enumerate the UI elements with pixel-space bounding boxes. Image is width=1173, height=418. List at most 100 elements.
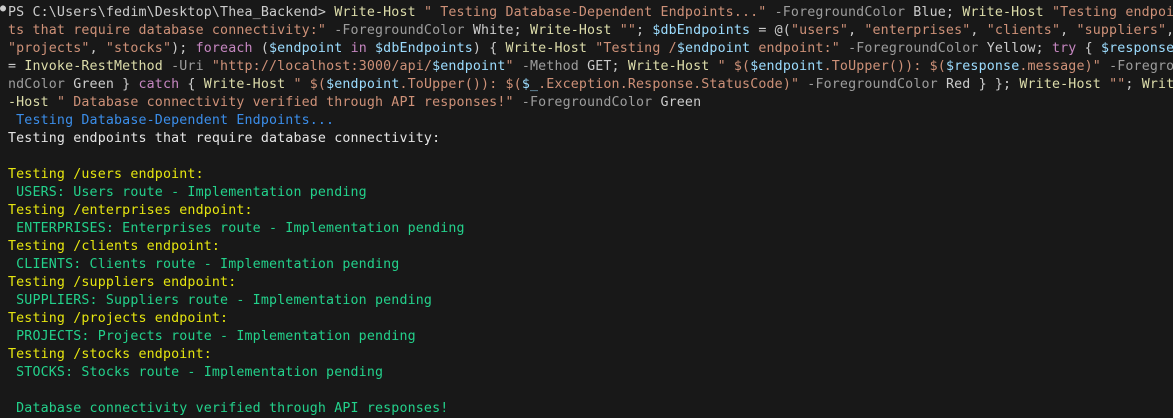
variable-token: $endpoint [432,59,506,74]
string-token: "enterprises" [864,23,971,38]
plain-token: , [1166,23,1173,38]
output-line: Testing /stocks endpoint: [8,347,212,362]
string-token: endpoint:" [750,41,840,56]
plain-token: White; [472,23,530,38]
parameter-token: -Foregrou [1109,59,1173,74]
plain-token: Green [660,95,702,110]
command-line: PS C:\Users\fedim\Desktop\Thea_Backend> … [8,4,1173,22]
output-line: Testing /projects endpoint: [8,311,229,326]
output-line: STOCKS: Stocks route - Implementation pe… [8,365,384,380]
string-token: "stocks" [105,41,172,56]
string-token: ts that require database connectivity:" [8,23,327,38]
cmdlet-token: Write-Host [203,77,286,92]
string-token: " [505,59,514,74]
string-token: "projects" [8,41,90,56]
plain-token: = [8,59,25,74]
output-line: CLIENTS: Clients route - Implementation … [8,257,400,272]
output-line: Testing Database-Dependent Endpoints... [8,113,335,128]
cmdlet-token: Write-Host [529,23,612,38]
plain-token: Blue; [913,5,963,20]
string-token: " Database connectivity verified through… [56,95,514,110]
plain-token: , [1060,23,1077,38]
plain-token: ; [1125,77,1142,92]
parameter-token: -ForegroundColor [326,23,473,38]
keyword-token: foreach [195,41,253,56]
parameter-token: -Method [513,59,588,74]
plain-token: ; [636,23,653,38]
plain-token: , [970,23,987,38]
output-line: PROJECTS: Projects route - Implementatio… [8,329,416,344]
plain-token: Red } }; [945,77,1020,92]
string-token: "http://localhost:3000/api/ [211,59,433,74]
output-line: Testing /enterprises endpoint: [8,203,253,218]
string-token: "Testing / [595,41,677,56]
output-line: Testing /clients endpoint: [8,239,221,254]
plain-token: { [179,77,204,92]
string-token: "suppliers" [1076,23,1167,38]
command-line: ts that require database connectivity:" … [8,22,1173,40]
keyword-token: catch [138,77,180,92]
output-line: Testing endpoints that require database … [8,131,441,146]
parameter-token: ndColor [8,77,74,92]
plain-token: Green } [73,77,139,92]
string-token: "users" [790,23,849,38]
parameter-token: -ForegroundColor [513,95,661,110]
command-line: -Host " Database connectivity verified t… [8,94,701,112]
string-token: "" [1109,77,1126,92]
variable-token: $dbEndpoints [375,41,473,56]
variable-token: $endpoint [326,77,400,92]
plain-token: , [848,23,865,38]
variable-token: $endpoint [750,59,824,74]
variable-token: $endpoint [269,41,343,56]
parameter-token: -ForegroundColor [799,77,946,92]
plain-token: , [89,41,106,56]
string-token: .ToUpper()): $( [399,77,522,92]
plain-token: = @( [750,23,791,38]
keyword-token: try [1052,41,1077,56]
parameter-token: -ForegroundColor [839,41,987,56]
output-line: USERS: Users route - Implementation pend… [8,185,367,200]
plain-token: ); [171,41,196,56]
string-token: "clients" [986,23,1061,38]
output-line: Database connectivity verified through A… [8,401,449,416]
output-line: Testing /suppliers endpoint: [8,275,237,290]
output-line: Testing /users endpoint: [8,167,204,182]
string-token: " $( [293,77,327,92]
output-line: SUPPLIERS: Suppliers route - Implementat… [8,293,433,308]
string-token: .ToUpper()): $( [823,59,946,74]
cmdlet-token: Invoke-RestMethod [24,59,163,74]
string-token: " $( [717,59,751,74]
command-line: ndColor Green } catch { Write-Host " $($… [8,76,1173,94]
output-line: ENTERPRISES: Enterprises route - Impleme… [8,221,465,236]
plain-token: Yellow; [986,41,1052,56]
string-token: .Exception.Response.StatusCode)" [538,77,800,92]
terminal-panel[interactable]: ● PS C:\Users\fedim\Desktop\Thea_Backend… [0,0,1173,418]
plain-token: { [1076,41,1101,56]
cmdlet-token: Write-Host [1019,77,1101,92]
plain-token: ( [252,41,269,56]
command-line: = Invoke-RestMethod -Uri "http://localho… [8,58,1173,76]
cmdlet-token: Write-Host [627,59,710,74]
command-line: "projects", "stocks"); foreach ($endpoin… [8,40,1173,58]
plain-token: ) { [472,41,506,56]
cmdlet-token: -Host [8,95,49,110]
keyword-token: in [350,41,367,56]
cmdlet-token: Write-Host [334,5,416,20]
variable-token: $dbEndpoints [652,23,751,38]
cmdlet-token: Write-Host [962,5,1044,20]
prompt-text: PS C:\Users\fedim\Desktop\Thea_Backend> [8,5,335,20]
cmdlet-token: Write-Host [505,41,588,56]
variable-token: $_ [521,77,539,92]
variable-token: $endpoint [676,41,751,56]
string-token: "" [619,23,636,38]
string-token: "Testing endpoin [1051,5,1173,20]
variable-token: $response [1100,41,1173,56]
